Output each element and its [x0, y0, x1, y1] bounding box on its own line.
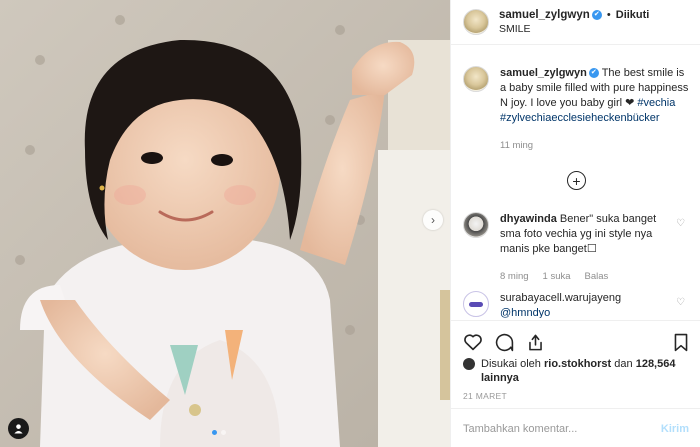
- post-header: samuel_zylgwyn ✔ • Diikuti SMILE: [451, 0, 700, 45]
- avatar[interactable]: [463, 291, 489, 317]
- reply-button[interactable]: Balas: [585, 269, 609, 284]
- comment-item: surabayacell.warujayeng @hmndyo ♡: [463, 291, 691, 318]
- plus-circle-icon: +: [572, 172, 581, 189]
- carousel-indicator: [212, 430, 226, 435]
- comment-time[interactable]: 8 ming: [500, 269, 529, 284]
- avatar[interactable]: [463, 212, 489, 238]
- comment-input[interactable]: [463, 422, 661, 435]
- comment-username[interactable]: dhyawinda: [500, 213, 557, 225]
- avatar[interactable]: [463, 66, 489, 92]
- post-photo[interactable]: ›: [0, 0, 450, 447]
- avatar[interactable]: [463, 9, 489, 35]
- post-date[interactable]: 21 MARET: [451, 385, 700, 401]
- hashtag-link[interactable]: #zylvechiaecclesieheckenbücker: [500, 112, 660, 124]
- instagram-post-modal: › samuel_zylgwyn ✔ • Diikuti SMILE samue…: [0, 0, 700, 447]
- share-icon[interactable]: [526, 333, 545, 352]
- user-tags-button[interactable]: [8, 418, 29, 439]
- chevron-right-icon: ›: [431, 213, 435, 227]
- likes-user-link[interactable]: rio.stokhorst: [544, 358, 611, 370]
- verified-badge-icon: ✔: [591, 10, 602, 21]
- next-photo-button[interactable]: ›: [423, 210, 443, 230]
- comment-likes[interactable]: 1 suka: [543, 269, 571, 284]
- caption: samuel_zylgwyn ✔ The best smile is a baby…: [463, 66, 691, 153]
- add-comment-bar: Kirim: [451, 408, 700, 447]
- verified-badge-icon: ✔: [588, 68, 599, 79]
- avatar: [463, 358, 475, 370]
- like-comment-heart-icon[interactable]: ♡: [676, 297, 685, 308]
- post-actions-section: Disukai oleh rio.stokhorst dan 128,564 l…: [451, 320, 700, 447]
- header-separator: •: [606, 9, 611, 21]
- bookmark-icon[interactable]: [673, 333, 689, 352]
- header-username[interactable]: samuel_zylgwyn: [499, 9, 590, 21]
- likes-prefix: Disukai oleh: [481, 358, 541, 370]
- carousel-dot-active: [212, 430, 217, 435]
- post-side-panel: samuel_zylgwyn ✔ • Diikuti SMILE samuel_z…: [450, 0, 700, 447]
- load-more-comments-button[interactable]: +: [567, 171, 586, 190]
- post-comment-button[interactable]: Kirim: [661, 423, 689, 435]
- baby-photo-image: [0, 0, 450, 447]
- caption-username[interactable]: samuel_zylgwyn: [500, 67, 587, 79]
- header-subtitle: SMILE: [499, 23, 531, 35]
- likes-middle: dan: [614, 358, 633, 370]
- comments-list[interactable]: samuel_zylgwyn ✔ The best smile is a baby…: [451, 46, 700, 318]
- comment-username[interactable]: surabayacell.warujayeng: [500, 292, 621, 304]
- follow-status-button[interactable]: Diikuti: [616, 9, 650, 21]
- likes-summary: Disukai oleh rio.stokhorst dan 128,564 l…: [451, 355, 700, 385]
- action-icons-bar: [451, 321, 700, 355]
- heart-icon[interactable]: [463, 333, 483, 351]
- hashtag-link[interactable]: #vechia: [637, 97, 675, 109]
- mention-link[interactable]: @hmndyo: [500, 307, 550, 318]
- like-comment-heart-icon[interactable]: ♡: [676, 218, 685, 229]
- comment-item: dhyawinda Bener" suka banget sma foto ve…: [463, 212, 691, 284]
- user-tag-icon: [14, 424, 23, 434]
- caption-time[interactable]: 11 ming: [500, 138, 533, 153]
- carousel-dot: [221, 430, 226, 435]
- comment-icon[interactable]: [495, 333, 514, 352]
